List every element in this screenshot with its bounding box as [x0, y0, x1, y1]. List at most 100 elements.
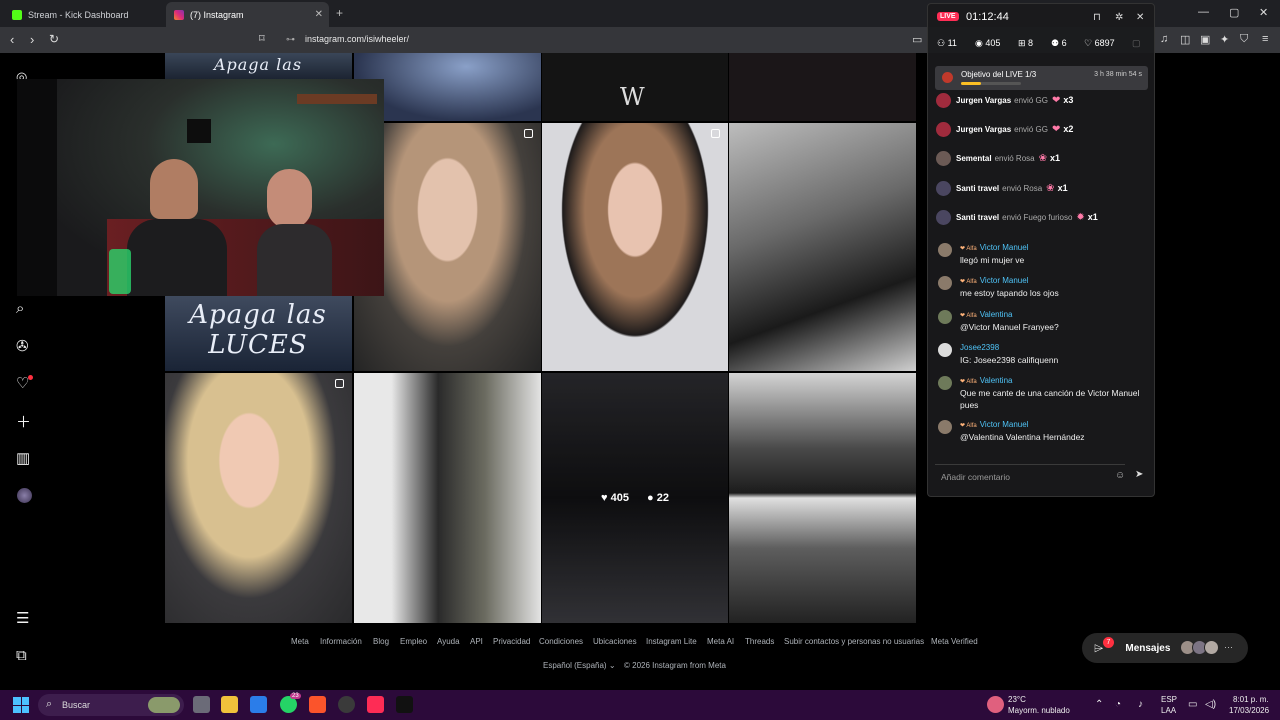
search-icon[interactable]: ⌕	[16, 300, 24, 317]
live-goal[interactable]: Objetivo del LIVE 1/3 3 h 38 min 54 s	[935, 66, 1148, 90]
post-tile-hovered[interactable]: ♥ 405 ● 22	[542, 373, 728, 623]
cast-icon[interactable]: ▭	[912, 33, 922, 46]
messages-button[interactable]: ⌲ 7 Mensajes ···	[1082, 633, 1248, 663]
menu-icon[interactable]: ≡	[1262, 33, 1268, 45]
chat-username[interactable]: Victor Manuel	[980, 420, 1029, 429]
gift-action: envió Rosa	[994, 153, 1035, 163]
back-icon[interactable]: ‹	[10, 32, 14, 47]
tiktok-icon[interactable]	[396, 696, 413, 713]
clock-time: 8:01 p. m.	[1233, 695, 1269, 704]
messages-badge: 7	[1103, 637, 1114, 648]
search-highlight-icon	[148, 697, 180, 713]
store-icon[interactable]	[250, 696, 267, 713]
more-menu-icon[interactable]: ☰	[16, 609, 29, 627]
gift-count: x1	[1057, 183, 1068, 193]
chat-username[interactable]: Josee2398	[960, 343, 999, 352]
gift-user: Semental	[956, 153, 992, 163]
live-badge: LIVE	[937, 12, 959, 21]
minimize-icon[interactable]: —	[1198, 6, 1209, 18]
footer-link[interactable]: Blog	[373, 637, 389, 646]
post-tile[interactable]	[354, 373, 541, 623]
site-info-icon[interactable]: ⊶	[286, 34, 295, 45]
comments-count: ● 22	[647, 492, 669, 504]
reload-icon[interactable]: ↻	[49, 32, 59, 46]
create-icon[interactable]: ＋	[16, 411, 31, 432]
obs-icon[interactable]	[338, 696, 355, 713]
tab-kick-dashboard[interactable]: Stream - Kick Dashboard	[4, 2, 166, 27]
task-view-icon[interactable]	[193, 696, 210, 713]
close-tab-icon[interactable]: ✕	[315, 9, 323, 20]
post-tile[interactable]: W	[542, 53, 728, 121]
ai-icon[interactable]: ✦	[1220, 33, 1229, 46]
post-tile[interactable]: Apaga las LUCES	[165, 296, 352, 371]
footer-link[interactable]: Condiciones	[539, 637, 583, 646]
language-top[interactable]: ESP	[1161, 695, 1177, 704]
tray-app-icon[interactable]: ◔	[1115, 699, 1121, 710]
chat-text: @Victor Manuel Franyee?	[960, 322, 1059, 332]
post-title-art: Apaga las LUCES	[189, 300, 327, 360]
footer-link[interactable]: Privacidad	[493, 637, 530, 646]
footer-link[interactable]: API	[470, 637, 483, 646]
language-bottom[interactable]: LAA	[1161, 706, 1176, 715]
comment-input[interactable]	[935, 464, 1125, 488]
chat-username[interactable]: Victor Manuel	[980, 276, 1029, 285]
sidebar-icon[interactable]: ◫	[1180, 33, 1190, 46]
chat-text: me estoy tapando los ojos	[960, 288, 1059, 298]
post-tile[interactable]	[729, 53, 916, 121]
avatar	[938, 310, 952, 324]
network-icon[interactable]: ▭	[1188, 699, 1197, 710]
footer-link[interactable]: Meta AI	[707, 637, 734, 646]
post-tile[interactable]	[165, 373, 352, 623]
footer-link[interactable]: Empleo	[400, 637, 427, 646]
footer-link[interactable]: Threads	[745, 637, 774, 646]
lock-icon[interactable]: ⊓	[1093, 12, 1101, 23]
also-from-meta-icon[interactable]: ⧉	[16, 647, 27, 664]
carousel-icon	[711, 129, 720, 138]
post-tile[interactable]	[729, 123, 916, 371]
footer-link[interactable]: Meta Verified	[931, 637, 978, 646]
post-tile[interactable]	[729, 373, 916, 623]
explore-icon[interactable]: ✇	[16, 337, 29, 355]
taskbar-search[interactable]: ⌕ Buscar	[38, 694, 184, 716]
gift-action: envió Fuego furioso	[1002, 212, 1073, 222]
footer-link[interactable]: Subir contactos y personas no usuarias	[784, 637, 924, 646]
chat-username[interactable]: Valentina	[980, 376, 1013, 385]
footer-link[interactable]: Ubicaciones	[593, 637, 637, 646]
footer-link[interactable]: Ayuda	[437, 637, 460, 646]
profile-avatar[interactable]	[17, 488, 32, 503]
forward-icon[interactable]: ›	[30, 32, 34, 47]
shield-icon[interactable]: ⛉	[1240, 33, 1248, 46]
emoji-icon[interactable]: ☺	[1115, 470, 1125, 481]
post-tile[interactable]	[542, 123, 728, 371]
send-icon[interactable]: ➤	[1135, 469, 1143, 480]
expand-icon[interactable]: ▢	[1132, 38, 1141, 49]
settings-icon[interactable]: ✲	[1115, 12, 1123, 23]
post-tile[interactable]: Apaga las	[165, 53, 352, 79]
file-explorer-icon[interactable]	[221, 696, 238, 713]
live-elapsed-time: 01:12:44	[966, 11, 1009, 23]
clock-date: 17/03/2026	[1229, 706, 1270, 715]
footer-link[interactable]: Instagram Lite	[646, 637, 697, 646]
tray-overflow-icon[interactable]: ⌃	[1095, 699, 1103, 710]
music-icon[interactable]: ♫	[1160, 33, 1168, 45]
url-field[interactable]: instagram.com/isiwheeler/	[305, 34, 409, 44]
wallet-icon[interactable]: ▣	[1200, 33, 1210, 46]
footer-link[interactable]: Meta	[291, 637, 309, 646]
tab-instagram[interactable]: (7) Instagram ✕	[166, 2, 329, 27]
chat-username[interactable]: Valentina	[980, 310, 1013, 319]
footer-link[interactable]: Información	[320, 637, 362, 646]
close-window-icon[interactable]: ✕	[1259, 6, 1268, 19]
close-icon[interactable]: ✕	[1136, 12, 1144, 23]
new-tab-button[interactable]: +	[336, 6, 343, 20]
volume-icon[interactable]: ◁)	[1205, 699, 1216, 710]
direct-send-icon: ⌲	[1094, 640, 1104, 655]
bookmark-icon[interactable]: ⌑	[259, 32, 265, 45]
maximize-icon[interactable]: ▢	[1229, 6, 1239, 19]
tiktok-live-icon[interactable]	[367, 696, 384, 713]
chat-username[interactable]: Victor Manuel	[980, 243, 1029, 252]
windows-start-icon[interactable]	[13, 697, 29, 713]
language-selector[interactable]: Español (España) ⌄	[543, 661, 616, 670]
brave-icon[interactable]	[309, 696, 326, 713]
dashboard-icon[interactable]: ▥	[16, 449, 30, 467]
microphone-icon[interactable]: ♪	[1138, 699, 1143, 710]
